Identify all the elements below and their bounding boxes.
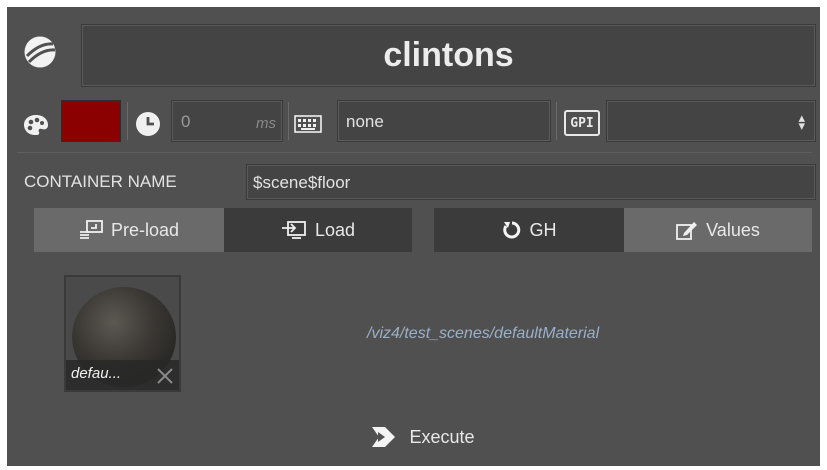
edit-icon (676, 220, 698, 240)
refresh-icon (502, 220, 522, 240)
palette-icon (23, 114, 49, 136)
load-icon (281, 220, 307, 240)
values-button[interactable]: Values (624, 208, 812, 252)
select-arrows-icon: ▴ ▾ (798, 110, 805, 133)
title-field[interactable]: clintons (81, 24, 816, 87)
color-swatch[interactable] (61, 100, 121, 142)
material-path: /viz4/test_scenes/defaultMaterial (367, 325, 600, 342)
preload-icon (79, 220, 103, 240)
execute-button[interactable]: Execute (347, 418, 497, 456)
gpi-select[interactable]: ▴ ▾ (606, 100, 816, 142)
execute-icon (369, 424, 397, 450)
container-name-value: $scene$floor (253, 173, 351, 192)
container-name-label: CONTAINER NAME (24, 172, 177, 191)
clock-icon (135, 111, 161, 137)
keyboard-input[interactable]: none (337, 100, 551, 142)
delay-input[interactable]: 0 ms (171, 100, 283, 142)
preload-button[interactable]: Pre-load (34, 208, 224, 252)
thumbnail-label: defau... (71, 365, 122, 382)
divider (288, 102, 289, 140)
keyboard-value: none (346, 112, 384, 131)
load-button[interactable]: Load (224, 208, 412, 252)
container-name-input[interactable]: $scene$floor (246, 164, 816, 200)
gpi-icon: GPI (564, 110, 600, 136)
close-icon[interactable] (155, 366, 175, 386)
control-panel: clintons 0 ms none GPI ▴ ▾ CONTAINER NAM… (7, 7, 820, 466)
gh-label: GH (529, 219, 557, 240)
preload-label: Pre-load (110, 219, 180, 240)
divider (556, 102, 557, 140)
divider (127, 102, 128, 140)
material-thumbnail[interactable]: defau... (64, 275, 181, 392)
values-label: Values (706, 219, 760, 240)
gpi-label: GPI (570, 115, 594, 131)
viz-logo-icon (23, 35, 57, 69)
keyboard-icon (294, 115, 322, 133)
gh-button[interactable]: GH (434, 208, 624, 252)
execute-label: Execute (409, 426, 475, 447)
separator (17, 152, 812, 153)
page-title: clintons (383, 36, 514, 74)
load-label: Load (314, 219, 356, 240)
delay-unit: ms (256, 115, 276, 132)
delay-value: 0 (181, 112, 191, 131)
